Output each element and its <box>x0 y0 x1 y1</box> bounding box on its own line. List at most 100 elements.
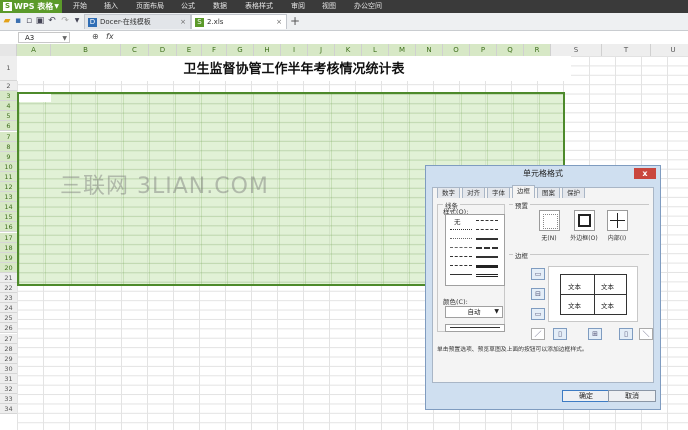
row-header-19[interactable]: 19 <box>0 252 17 263</box>
row-header-21[interactable]: 21 <box>0 272 17 283</box>
tab-border[interactable]: 边框 <box>512 185 535 198</box>
border-preview[interactable]: 文本 文本 文本 文本 <box>548 266 638 322</box>
column-header-m[interactable]: M <box>389 44 416 56</box>
style-none-option[interactable]: 无 <box>454 216 461 226</box>
row-header-7[interactable]: 7 <box>0 131 17 142</box>
row-header-20[interactable]: 20 <box>0 262 17 273</box>
row-header-24[interactable]: 24 <box>0 303 17 314</box>
column-header-s[interactable]: S <box>551 44 602 56</box>
column-header-j[interactable]: J <box>308 44 335 56</box>
style-option[interactable] <box>450 256 472 257</box>
column-header-l[interactable]: L <box>362 44 389 56</box>
style-option[interactable] <box>476 220 498 221</box>
row-header-8[interactable]: 8 <box>0 141 17 152</box>
row-header-16[interactable]: 16 <box>0 222 17 233</box>
redo-icon[interactable]: ↷ <box>60 16 70 26</box>
chevron-down-icon[interactable]: ▼ <box>62 33 67 44</box>
row-header-28[interactable]: 28 <box>0 343 17 354</box>
style-option[interactable] <box>476 274 498 277</box>
row-header-14[interactable]: 14 <box>0 202 17 213</box>
row-header-10[interactable]: 10 <box>0 161 17 172</box>
column-header-a[interactable]: A <box>17 44 51 56</box>
row-header-25[interactable]: 25 <box>0 313 17 324</box>
row-header-27[interactable]: 27 <box>0 333 17 344</box>
row-header-2[interactable]: 2 <box>0 81 17 92</box>
select-all-corner[interactable] <box>0 44 17 56</box>
column-header-u[interactable]: U <box>651 44 688 56</box>
column-header-n[interactable]: N <box>416 44 443 56</box>
wps-app-menu[interactable]: S WPS 表格 ▼ <box>0 0 62 13</box>
chevron-down-icon[interactable]: ▼ <box>72 16 82 26</box>
row-header-31[interactable]: 31 <box>0 373 17 384</box>
close-icon[interactable]: × <box>180 15 186 30</box>
style-option[interactable] <box>476 229 498 230</box>
row-header-17[interactable]: 17 <box>0 232 17 243</box>
style-option[interactable] <box>450 265 472 266</box>
new-tab-button[interactable]: + <box>290 14 300 29</box>
column-header-d[interactable]: D <box>149 44 177 56</box>
border-top-button[interactable]: ▭ <box>531 268 545 280</box>
column-header-k[interactable]: K <box>335 44 362 56</box>
undo-icon[interactable]: ↶ <box>47 16 57 26</box>
row-header-9[interactable]: 9 <box>0 151 17 162</box>
preset-inside-button[interactable] <box>607 210 628 231</box>
column-header-g[interactable]: G <box>227 44 254 56</box>
row-header-18[interactable]: 18 <box>0 242 17 253</box>
column-header-o[interactable]: O <box>443 44 470 56</box>
menu-data[interactable]: 数据 <box>213 0 227 13</box>
column-header-t[interactable]: T <box>602 44 651 56</box>
row-header-30[interactable]: 30 <box>0 363 17 374</box>
menu-review[interactable]: 审阅 <box>291 0 305 13</box>
color-select[interactable]: 自动 ▼ <box>445 306 503 318</box>
ok-button[interactable]: 确定 <box>562 390 610 402</box>
border-middle-horizontal-button[interactable]: ⊟ <box>531 288 545 300</box>
row-header-3[interactable]: 3 <box>0 91 17 102</box>
border-diagonal-down-button[interactable]: ＼ <box>639 328 653 340</box>
close-icon[interactable]: × <box>276 15 282 30</box>
menu-office-space[interactable]: 办公空间 <box>354 0 382 13</box>
menu-insert[interactable]: 插入 <box>104 0 118 13</box>
row-header-5[interactable]: 5 <box>0 111 17 122</box>
border-diagonal-up-button[interactable]: ／ <box>531 328 545 340</box>
print-preview-icon[interactable]: ▣ <box>35 16 45 26</box>
sheet-title[interactable]: 卫生监督协管工作半年考核情况统计表 <box>17 58 571 77</box>
column-header-p[interactable]: P <box>470 44 497 56</box>
row-header-32[interactable]: 32 <box>0 384 17 395</box>
column-header-h[interactable]: H <box>254 44 281 56</box>
column-header-i[interactable]: I <box>281 44 308 56</box>
row-header-13[interactable]: 13 <box>0 192 17 203</box>
active-cell[interactable] <box>19 94 51 102</box>
border-left-button[interactable]: ▯ <box>553 328 567 340</box>
row-header-12[interactable]: 12 <box>0 182 17 193</box>
style-option[interactable] <box>476 256 498 258</box>
style-option[interactable] <box>450 238 472 239</box>
row-header-1[interactable]: 1 <box>0 56 17 81</box>
save-icon[interactable]: ▪ <box>13 16 23 26</box>
insert-function-button[interactable]: fx <box>106 32 114 41</box>
row-header-11[interactable]: 11 <box>0 171 17 182</box>
border-bottom-button[interactable]: ▭ <box>531 308 545 320</box>
style-option[interactable] <box>476 265 498 268</box>
tab-docer-templates[interactable]: D Docer-在线模板 × <box>84 14 191 29</box>
row-header-33[interactable]: 33 <box>0 394 17 405</box>
tab-number[interactable]: 数字 <box>437 187 460 198</box>
zoom-icon[interactable]: ⊕ <box>92 32 99 41</box>
style-option[interactable] <box>450 229 472 230</box>
row-header-4[interactable]: 4 <box>0 101 17 112</box>
name-box[interactable]: A3 ▼ <box>18 32 70 43</box>
column-header-q[interactable]: Q <box>497 44 524 56</box>
column-header-c[interactable]: C <box>121 44 149 56</box>
row-header-22[interactable]: 22 <box>0 283 17 294</box>
border-right-button[interactable]: ▯ <box>619 328 633 340</box>
open-folder-icon[interactable]: ▰ <box>2 16 12 26</box>
row-header-15[interactable]: 15 <box>0 212 17 223</box>
tab-alignment[interactable]: 对齐 <box>462 187 485 198</box>
menu-table-style[interactable]: 表格样式 <box>245 0 273 13</box>
menu-page-layout[interactable]: 页面布局 <box>136 0 164 13</box>
menu-home[interactable]: 开始 <box>73 0 87 13</box>
style-option[interactable] <box>476 247 498 249</box>
tab-protection[interactable]: 保护 <box>562 187 585 198</box>
line-style-list[interactable]: 无 <box>445 214 505 286</box>
row-header-29[interactable]: 29 <box>0 353 17 364</box>
column-header-r[interactable]: R <box>524 44 551 56</box>
